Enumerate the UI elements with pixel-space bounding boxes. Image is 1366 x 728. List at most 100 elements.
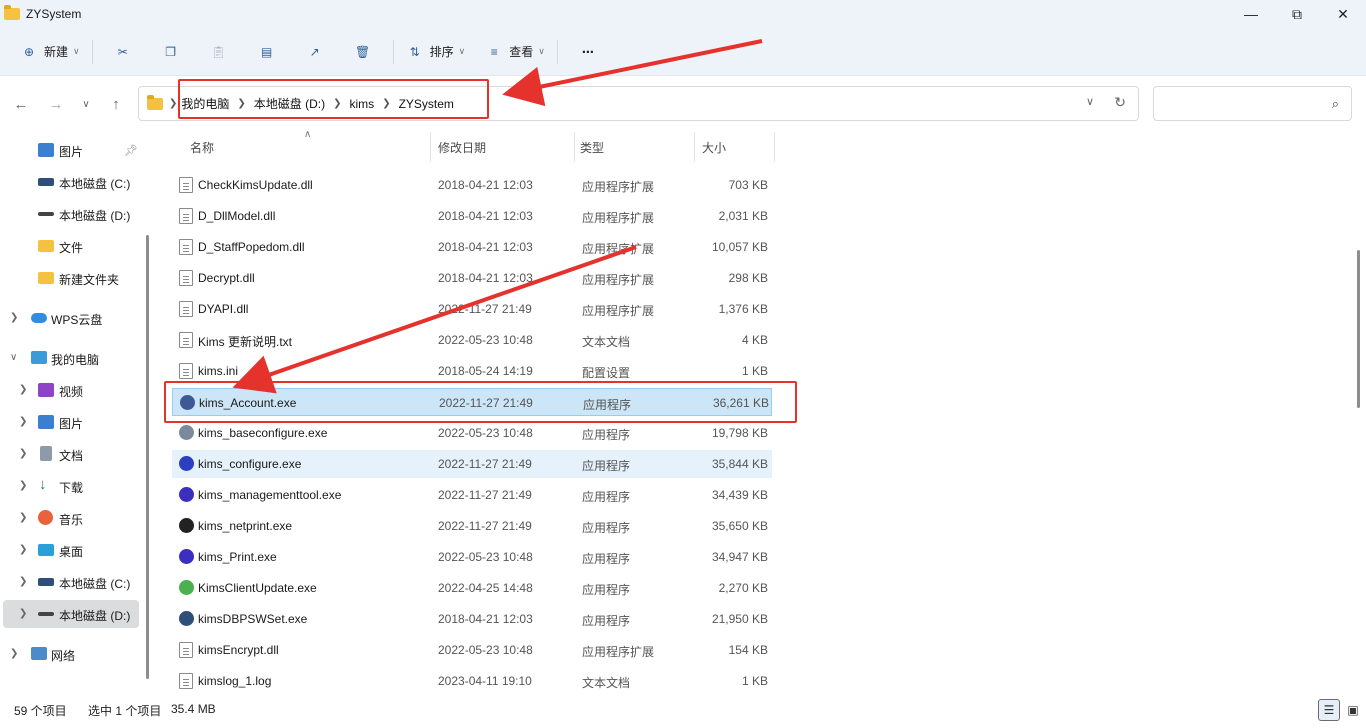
cut-icon: ✂ <box>117 44 128 59</box>
chevron-right-icon[interactable]: ❯ <box>19 576 27 587</box>
folder-icon <box>147 94 163 110</box>
chevron-right-icon[interactable]: ❯ <box>19 480 27 491</box>
table-row[interactable]: D_DllModel.dll 2018-04-21 12:03 应用程序扩展 2,03… <box>172 202 772 230</box>
new-button[interactable]: ⊕ 新建 ∨ <box>14 36 86 68</box>
chevron-right-icon[interactable]: ❯ <box>19 608 27 619</box>
sidebar-item-drive-c[interactable]: ❯ 本地磁盘 (C:) <box>0 568 140 596</box>
maximize-icon[interactable]: ⧉ <box>1274 0 1320 28</box>
sort-button[interactable]: ⇅ 排序 ∨ <box>400 36 472 68</box>
file-size: 703 KB <box>728 178 768 192</box>
tiles-view-icon[interactable]: ▣ <box>1342 699 1364 721</box>
sidebar-item-pictures[interactable]: ❯ 图片 <box>0 408 140 436</box>
sidebar-item-drive-d-quick[interactable]: 本地磁盘 (D:) <box>0 200 140 228</box>
close-icon[interactable]: ✕ <box>1320 0 1366 28</box>
sidebar-item-my-computer[interactable]: ∨ 我的电脑 <box>0 344 140 372</box>
content-scrollbar[interactable] <box>1357 130 1361 694</box>
share-button[interactable]: ↗ <box>291 36 339 68</box>
chevron-right-icon[interactable]: ❯ <box>10 648 18 659</box>
chevron-down-icon[interactable]: ∨ <box>1086 95 1094 108</box>
sidebar-item-label: 新建文件夹 <box>59 273 120 287</box>
more-button[interactable]: ⋯ <box>564 36 612 68</box>
sidebar-item-label: 我的电脑 <box>51 353 100 367</box>
table-row[interactable]: kimslog_1.log 2023-04-11 19:10 文本文档 1 KB <box>172 667 772 695</box>
details-view-icon[interactable]: ☰ <box>1318 699 1340 721</box>
file-name: kims_Print.exe <box>198 550 277 564</box>
view-icon: ≡ <box>490 44 498 59</box>
file-type: 应用程序扩展 <box>582 273 655 287</box>
table-row[interactable]: kims_managementtool.exe 2022-11-27 21:49 应… <box>172 481 772 509</box>
file-date: 2022-05-23 10:48 <box>438 333 533 347</box>
copy-button[interactable]: ❐ <box>147 36 195 68</box>
chevron-right-icon[interactable]: ❯ <box>19 384 27 395</box>
view-button[interactable]: ≡ 查看 ∨ <box>479 36 551 68</box>
file-date: 2018-04-21 12:03 <box>438 178 533 192</box>
sidebar-item-music[interactable]: ❯ 音乐 <box>0 504 140 532</box>
chevron-down-icon[interactable]: ∨ <box>10 352 17 363</box>
sidebar-item-pictures-quick[interactable]: 图片 📌︎ <box>0 136 140 164</box>
file-name: KimsClientUpdate.exe <box>198 581 317 595</box>
sidebar-item-label: 本地磁盘 (D:) <box>59 609 131 623</box>
table-row[interactable]: kims_baseconfigure.exe 2022-05-23 10:48 应用… <box>172 419 772 447</box>
update-app-icon <box>179 580 194 595</box>
selected-count: 选中 1 个项目 <box>88 704 162 718</box>
chevron-right-icon[interactable]: ❯ <box>19 448 27 459</box>
sidebar-item-documents[interactable]: ❯ 文档 <box>0 440 140 468</box>
sidebar-item-wps-cloud[interactable]: ❯ WPS云盘 <box>0 304 140 332</box>
table-row[interactable]: kims_configure.exe 2022-11-27 21:49 应用程序 35… <box>172 450 772 478</box>
sidebar-item-files[interactable]: 文件 <box>0 232 140 260</box>
table-row[interactable]: kims_Print.exe 2022-05-23 10:48 应用程序 34,947… <box>172 543 772 571</box>
file-type: 应用程序 <box>582 614 631 628</box>
table-row[interactable]: kimsEncrypt.dll 2022-05-23 10:48 应用程序扩展 154… <box>172 636 772 664</box>
sidebar-item-label: 音乐 <box>59 513 84 527</box>
drive-icon <box>38 612 54 616</box>
forward-arrow-icon[interactable]: → <box>46 94 66 114</box>
chevron-right-icon[interactable]: ❯ <box>19 512 27 523</box>
table-row[interactable]: Decrypt.dll 2018-04-21 12:03 应用程序扩展 298 KB <box>172 264 772 292</box>
more-icon: ⋯ <box>581 44 594 59</box>
rename-icon: ▤ <box>260 44 273 59</box>
paste-button[interactable]: 📋︎ <box>195 36 243 68</box>
chevron-right-icon[interactable]: ❯ <box>19 544 27 555</box>
table-row[interactable]: Kims 更新说明.txt 2022-05-23 10:48 文本文档 4 KB <box>172 326 772 354</box>
rename-button[interactable]: ▤ <box>243 36 291 68</box>
sidebar-item-drive-d[interactable]: ❯ 本地磁盘 (D:) <box>3 600 139 628</box>
file-size: 21,950 KB <box>711 612 768 626</box>
up-arrow-icon[interactable]: ↑ <box>106 94 126 114</box>
file-size: 1,376 KB <box>718 302 768 316</box>
sidebar-item-network[interactable]: ❯ 网络 <box>0 640 140 668</box>
sidebar-item-downloads[interactable]: ❯ ↓ 下载 <box>0 472 140 500</box>
divider <box>392 39 394 64</box>
recent-chevron-icon[interactable]: ∨ <box>76 94 96 114</box>
sidebar-item-label: 本地磁盘 (C:) <box>59 577 131 591</box>
file-type: 应用程序 <box>582 552 631 566</box>
cut-button[interactable]: ✂ <box>99 36 147 68</box>
search-input[interactable] <box>1162 87 1322 120</box>
chevron-right-icon[interactable]: ❯ <box>10 312 18 323</box>
sidebar-item-videos[interactable]: ❯ 视频 <box>0 376 140 404</box>
sidebar-item-desktop[interactable]: ❯ 桌面 <box>0 536 140 564</box>
table-row[interactable]: kimsDBPSWSet.exe 2018-04-21 12:03 应用程序 21,9… <box>172 605 772 633</box>
search-icon[interactable]: ⌕ <box>1332 96 1339 112</box>
search-box[interactable]: ⌕ <box>1153 86 1352 121</box>
table-row[interactable]: D_StaffPopedom.dll 2018-04-21 12:03 应用程序扩展… <box>172 233 772 261</box>
minimize-icon[interactable]: — <box>1228 0 1274 28</box>
sidebar-item-label: 图片 <box>59 417 84 431</box>
back-arrow-icon[interactable]: ← <box>11 94 31 114</box>
table-row[interactable]: CheckKimsUpdate.dll 2018-04-21 12:03 应用程序扩… <box>172 171 772 199</box>
table-row[interactable] <box>172 148 772 162</box>
table-row[interactable]: KimsClientUpdate.exe 2022-04-25 14:48 应用程序… <box>172 574 772 602</box>
file-date: 2018-04-21 12:03 <box>438 612 533 626</box>
file-type: 应用程序 <box>582 583 631 597</box>
refresh-icon[interactable]: ↻ <box>1114 94 1126 111</box>
table-row[interactable]: kims_netprint.exe 2022-11-27 21:49 应用程序 35,… <box>172 512 772 540</box>
table-row[interactable]: DYAPI.dll 2022-11-27 21:49 应用程序扩展 1,376 KB <box>172 295 772 323</box>
sidebar-item-drive-c-quick[interactable]: 本地磁盘 (C:) <box>0 168 140 196</box>
chevron-right-icon[interactable]: ❯ <box>19 416 27 427</box>
sidebar-item-new-folder[interactable]: 新建文件夹 <box>0 264 140 292</box>
column-divider[interactable] <box>774 132 775 162</box>
scrollbar-thumb[interactable] <box>1357 250 1360 408</box>
navigation-pane: 图片 📌︎ 本地磁盘 (C:) 本地磁盘 (D:) 文件 新建文件夹 ❯ WPS… <box>0 130 150 694</box>
delete-button[interactable]: 🗑︎ <box>339 36 387 68</box>
sidebar-scrollbar[interactable] <box>146 235 149 679</box>
text-file-icon <box>179 673 193 689</box>
